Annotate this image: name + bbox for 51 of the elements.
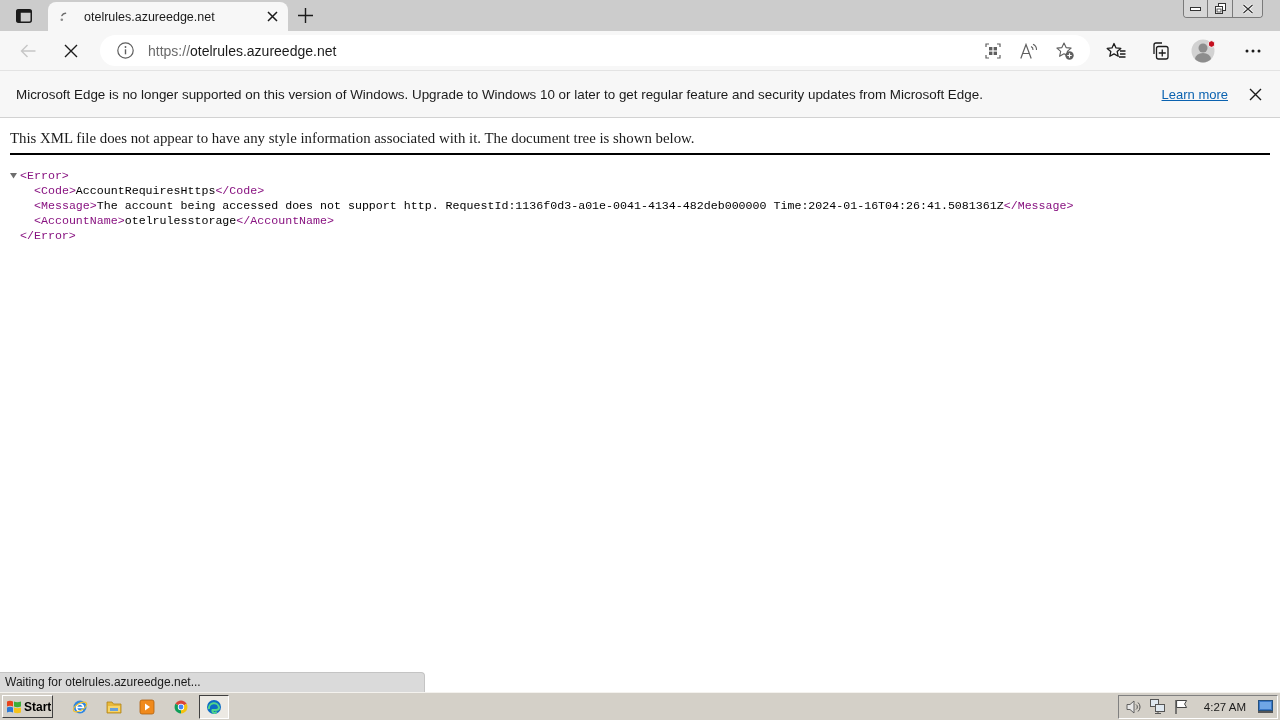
folder-icon [105,699,122,714]
play-icon [139,698,155,715]
tab-title: otelrules.azureedge.net [84,9,215,24]
avatar-icon[interactable] [1191,38,1217,63]
read-aloud-icon[interactable] [1020,42,1038,59]
xml-tag: <AccountName> [34,213,125,228]
stop-icon[interactable] [64,43,78,58]
desktop-icon[interactable] [1258,700,1273,713]
grid-icon[interactable] [985,42,1001,59]
close-icon[interactable] [267,11,278,22]
plus-icon[interactable] [298,8,313,23]
swirl-icon [206,698,222,715]
star-list-icon[interactable] [1106,41,1126,60]
xml-value: The account being accessed does not support http. RequestId:1136f0d3-a01e-0041-4134-482deb000000 Time:2024-01-16T04:26:41.5081361Z [96,198,1004,213]
panel-icon[interactable] [16,9,32,23]
clock-text: 4:27 AM [1203,700,1246,713]
spinner-icon [60,11,67,22]
address-bar[interactable]: https://otelrules.azureedge.net [100,35,1090,66]
close-button[interactable] [1232,0,1262,17]
browser-tab[interactable]: otelrules.azureedge.net [48,2,288,31]
close-icon [1241,3,1254,14]
start-button[interactable]: Start [2,695,53,718]
url-text: https://otelrules.azureedge.net [148,42,337,59]
xml-tag: </Error> [20,228,76,243]
xml-tag: </Code> [215,183,265,198]
star-plus-icon[interactable] [1056,41,1074,60]
xml-tag: <Message> [34,198,97,213]
speaker-icon[interactable] [1125,699,1141,714]
expand-toggle-icon[interactable] [10,172,17,179]
flag-icon [6,699,22,714]
notification-message: Microsoft Edge is no longer supported on this version of Windows. Upgrade to Windows 10 or later to get regular feature and security updates from Microsoft Edge. [16,86,983,102]
status-bubble: Waiting for otelrules.azureedge.net... [0,672,425,692]
network-icon[interactable] [1149,699,1165,714]
minimize-icon [1190,6,1201,11]
globe-icon [72,698,88,715]
xml-value: otelrulesstorage [124,213,237,228]
xml-tag: </Message> [1003,198,1074,213]
xml-notice: This XML file does not appear to have any style information associated with it. The document tree is shown below. [10,129,695,147]
more-icon[interactable] [1245,48,1261,53]
flag-icon[interactable] [1173,699,1188,714]
collections-icon[interactable] [1150,41,1169,60]
xml-tag: <Code> [34,183,76,198]
xml-tag: <Error> [20,168,69,183]
restore-icon [1214,3,1226,14]
learn-more-link[interactable]: Learn more [1161,86,1228,102]
xml-tag: </AccountName> [236,213,334,228]
xml-value: AccountRequiresHttps [75,183,216,198]
close-icon[interactable] [1249,87,1262,101]
taskbar-button[interactable] [199,694,229,719]
info-icon[interactable] [117,42,134,59]
tricolor-circle-icon [172,698,189,715]
